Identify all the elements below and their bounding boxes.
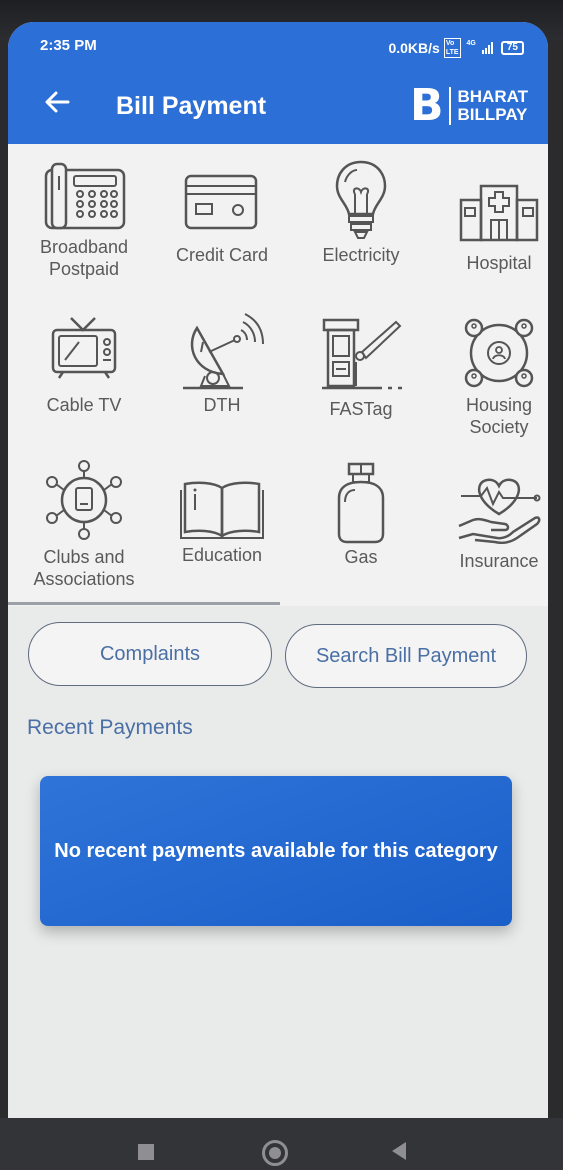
logo-mark: B [409,80,444,131]
lightbulb-icon [335,160,387,239]
category-label: Broadband Postpaid [39,237,129,279]
category-label: Cable TV [46,395,122,415]
volte-icon: Vo LTE [443,38,461,58]
credit-card-icon [184,174,258,230]
category-label: Electricity [322,245,400,265]
category-label: Clubs and Associations [33,547,135,589]
category-insurance[interactable]: Insurance [429,474,548,572]
insurance-hand-heart-icon [458,478,541,544]
category-education[interactable]: Education [152,480,292,566]
search-bill-payment-button[interactable]: Search Bill Payment [285,624,527,688]
hospital-icon [459,184,539,242]
gas-cylinder-icon [337,462,385,544]
logo-line1: BHARAT [457,87,528,106]
category-clubs-and-associations[interactable]: Clubs and Associations [14,460,154,590]
housing-society-icon [464,318,534,388]
app-screen: 2:35 PM 0.0KB/s Vo LTE 4G 75 Bill Payment… [8,22,548,1118]
app-bar: 2:35 PM 0.0KB/s Vo LTE 4G 75 Bill Payment… [8,22,548,144]
status-icons: 0.0KB/s Vo LTE 4G 75 [388,38,524,58]
category-grid: Broadband Postpaid Credit Card Electrici… [8,144,548,606]
status-time: 2:35 PM [40,37,97,54]
category-hospital[interactable]: Hospital [429,184,548,274]
network-speed: 0.0KB/s [388,40,440,56]
category-gas[interactable]: Gas [291,462,431,568]
category-broadband-postpaid[interactable]: Broadband Postpaid [14,162,154,280]
category-label: Gas [344,547,378,567]
category-cable-tv[interactable]: Cable TV [14,316,154,416]
satellite-dish-icon [183,313,264,390]
battery-icon: 75 [500,41,524,55]
no-recent-payments-card: No recent payments available for this ca… [40,776,512,926]
tv-icon [51,317,117,379]
category-fastag[interactable]: FASTag [291,316,431,420]
clubs-network-icon [46,460,122,540]
back-triangle-icon[interactable] [392,1142,406,1160]
logo-line2: BILLPAY [457,105,528,124]
category-housing-society[interactable]: Housing Society [429,316,548,438]
category-label: Hospital [466,253,532,273]
open-book-icon [180,481,264,539]
bharat-billpay-logo: B BHARAT BILLPAY [409,80,528,131]
home-icon[interactable] [262,1140,288,1166]
back-arrow-icon[interactable] [42,87,72,117]
recent-apps-icon[interactable] [138,1144,154,1160]
toll-gate-icon [322,318,402,390]
telephone-icon [44,162,126,230]
network-type: 4G [466,39,476,47]
category-credit-card[interactable]: Credit Card [152,174,292,266]
category-dth[interactable]: DTH [152,312,292,416]
complaints-button[interactable]: Complaints [28,622,272,686]
category-label: Credit Card [175,245,269,265]
category-label: FASTag [329,399,393,419]
category-label: Insurance [459,551,539,571]
page-title: Bill Payment [116,92,267,120]
recent-payments-heading: Recent Payments [27,716,193,739]
category-electricity[interactable]: Electricity [291,158,431,266]
signal-icon [481,42,493,54]
category-label: DTH [203,395,241,415]
grid-scroll-indicator [8,602,280,605]
category-label: Education [181,545,263,565]
category-label: Housing Society [465,395,533,437]
